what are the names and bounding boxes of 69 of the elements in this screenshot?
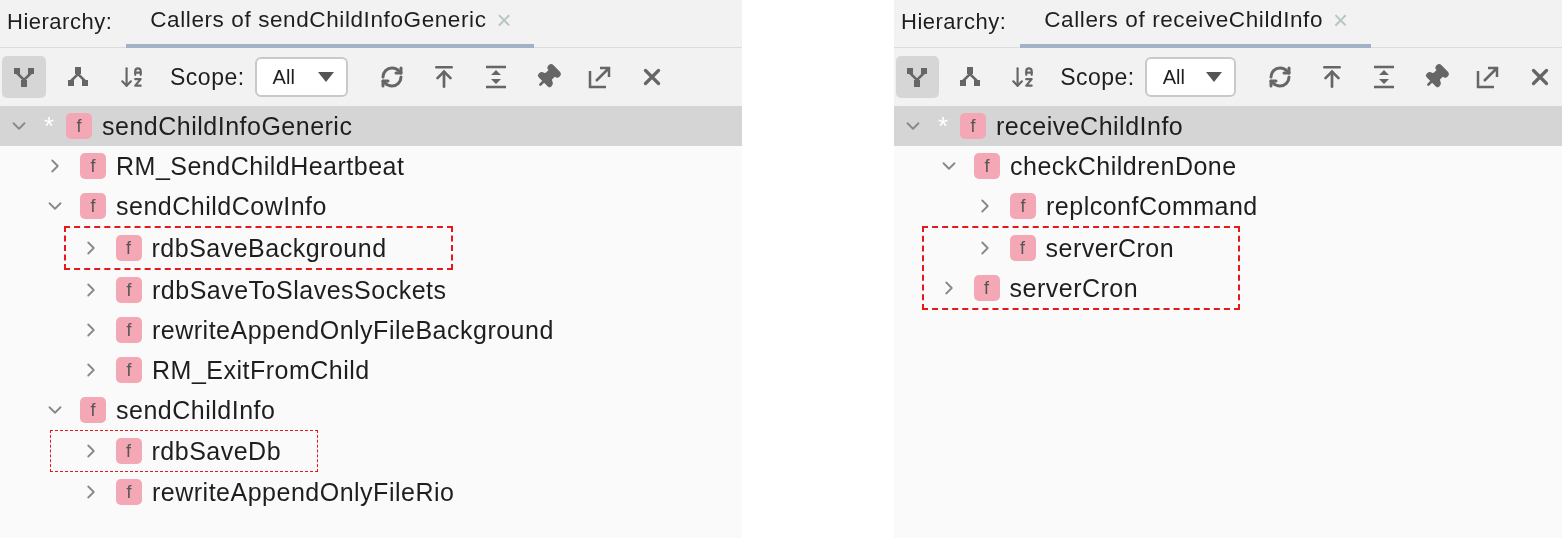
refresh-icon [1268,65,1292,89]
tree-item[interactable]: f rdbSaveBackground [66,228,387,268]
function-badge: f [66,113,92,139]
function-badge: f [116,317,142,343]
function-badge: f [115,235,142,261]
tree-item[interactable]: f rdbSaveDb [51,431,282,471]
sort-icon [1009,64,1036,90]
tree-root-item[interactable]: * f sendChildInfoGeneric [0,106,742,146]
function-badge: f [116,277,142,303]
function-name: rdbSaveToSlavesSockets [152,275,447,305]
function-name: sendChildCowInfo [116,191,327,221]
tree-item[interactable]: f rdbSaveToSlavesSockets [0,270,742,310]
tree-item[interactable]: f replconfCommand [894,186,1562,226]
callees-icon [67,66,89,88]
open-window-icon [587,65,612,89]
function-badge: f [116,479,142,505]
function-badge: f [973,275,1000,301]
caret-icon [317,72,334,82]
function-name: serverCron [1009,273,1139,303]
tree-item[interactable]: f sendChildInfo [0,390,742,430]
tree-item[interactable]: f checkChildrenDone [894,146,1562,186]
function-name: rewriteAppendOnlyFileRio [152,477,455,507]
function-badge: f [80,193,106,219]
open-window-icon [1476,65,1500,89]
function-name: RM_ExitFromChild [152,355,370,385]
callers-button[interactable] [896,56,939,98]
tree-item[interactable]: f serverCron [924,228,1175,268]
function-badge: f [1010,193,1036,219]
scope-label: Scope: [1060,63,1135,91]
callees-icon [959,66,982,88]
caret-icon [1206,72,1222,82]
function-badge: f [80,397,106,423]
callers-button[interactable] [2,56,46,98]
function-badge: f [960,113,986,139]
function-badge: f [115,438,142,464]
tree-item[interactable]: f serverCron [924,268,1175,308]
tree-item[interactable]: f sendChildCowInfo [0,186,742,226]
marker-label: * [44,110,56,142]
callers-icon [906,66,929,88]
tree-item[interactable]: f RM_SendChildHeartbeat [0,146,742,186]
callers-icon [13,66,35,88]
tree-item[interactable]: f rewriteAppendOnlyFileBackground [0,310,742,350]
function-badge: f [974,153,1000,179]
tree-item[interactable]: f RM_ExitFromChild [0,350,742,390]
function-badge: f [80,153,106,179]
scope-dropdown[interactable]: All [254,57,348,97]
hierarchy-label: Hierarchy: [7,7,114,36]
function-name: replconfCommand [1046,191,1258,221]
function-name: rdbSaveDb [151,436,282,466]
function-badge: f [1009,235,1036,261]
tree-root-item[interactable]: * f receiveChildInfo [894,106,1562,146]
tree-item[interactable]: f rewriteAppendOnlyFileRio [0,472,742,512]
function-name: rewriteAppendOnlyFileBackground [152,315,554,345]
function-name: sendChildInfoGeneric [102,111,353,141]
expand-all-icon [1372,65,1396,89]
expand-all-icon [483,65,508,89]
scope-label: Scope: [170,63,245,91]
function-name: serverCron [1045,233,1175,263]
refresh-icon [379,65,404,89]
function-badge: f [116,357,142,383]
function-name: rdbSaveBackground [151,233,387,263]
function-name: receiveChildInfo [996,111,1184,141]
sort-icon [119,64,145,90]
function-name: sendChildInfo [116,395,276,425]
scope-dropdown[interactable]: All [1144,57,1236,97]
hierarchy-label: Hierarchy: [901,7,1008,36]
function-name: checkChildrenDone [1010,151,1237,181]
marker-label: * [938,110,950,142]
function-name: RM_SendChildHeartbeat [116,151,405,181]
